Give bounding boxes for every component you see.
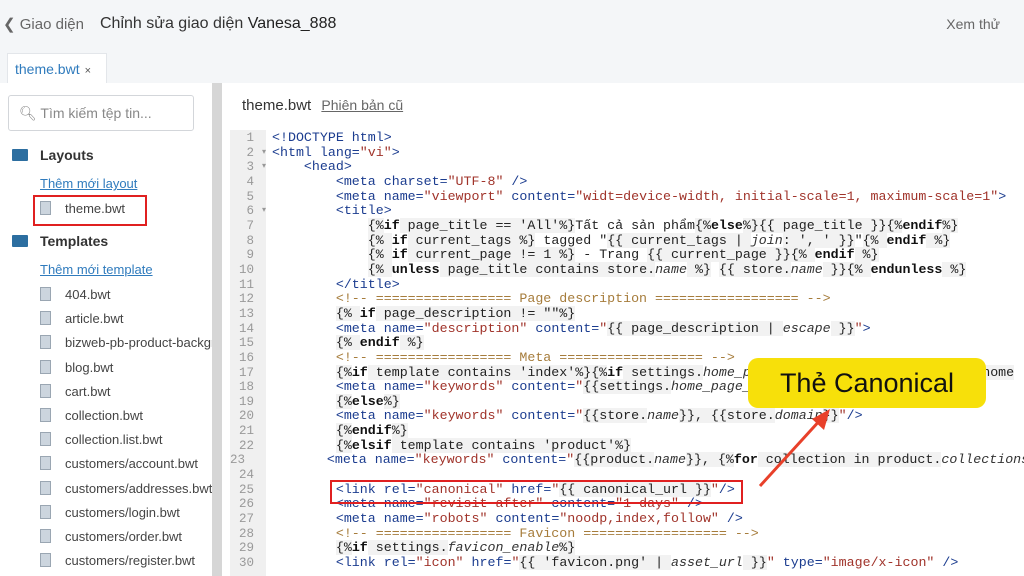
arrow-icon <box>758 409 830 488</box>
